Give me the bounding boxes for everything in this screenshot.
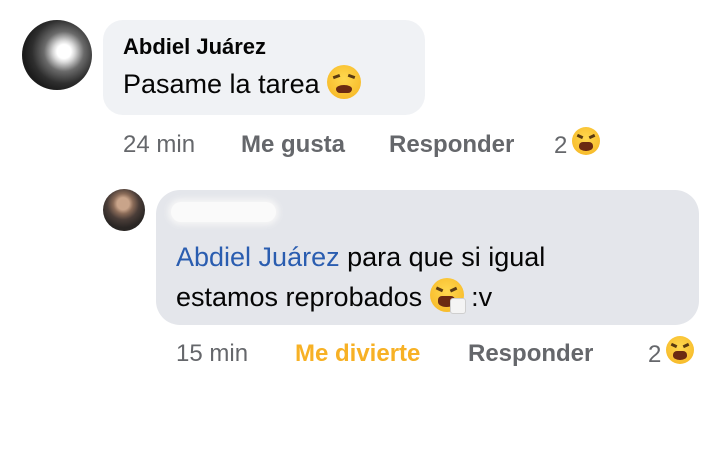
weary-face-emoji-icon [327, 65, 362, 99]
reply-button[interactable]: Responder [389, 131, 514, 159]
laughing-emoji-icon [665, 336, 694, 364]
replier-avatar[interactable] [103, 189, 145, 231]
reaction-count: 2 [554, 132, 568, 159]
mention-link[interactable]: Abdiel Juárez [176, 242, 340, 272]
reply-text-suffix: :v [463, 282, 493, 312]
comment-bubble: Abdiel Juárez Pasame la tarea [103, 20, 425, 115]
comment-text-content: Pasame la tarea [123, 69, 320, 99]
reply-timestamp[interactable]: 15 min [176, 340, 248, 368]
sneezing-face-emoji-icon [429, 278, 466, 314]
reply-text-part2: estamos reprobados [176, 282, 423, 312]
reaction-button-me-divierte[interactable]: Me divierte [295, 340, 420, 368]
reply-text-line2: estamos reprobados :v [176, 278, 492, 316]
reply-reaction-count: 2 [648, 341, 662, 368]
reply-text-line1: Abdiel Juárez para que si igual [176, 238, 545, 276]
like-button[interactable]: Me gusta [241, 131, 345, 159]
reply-reaction-summary[interactable]: 2 [648, 336, 694, 369]
reply-reply-button[interactable]: Responder [468, 340, 593, 368]
comment-author-name[interactable]: Abdiel Juárez [123, 34, 266, 60]
laughing-emoji-icon [571, 127, 600, 155]
commenter-avatar[interactable] [22, 20, 92, 90]
comment-timestamp[interactable]: 24 min [123, 131, 195, 159]
comment-text: Pasame la tarea [123, 65, 362, 103]
reaction-summary[interactable]: 2 [554, 127, 600, 160]
reply-text-part1: para que si igual [339, 242, 546, 272]
redacted-author-name [171, 202, 276, 222]
